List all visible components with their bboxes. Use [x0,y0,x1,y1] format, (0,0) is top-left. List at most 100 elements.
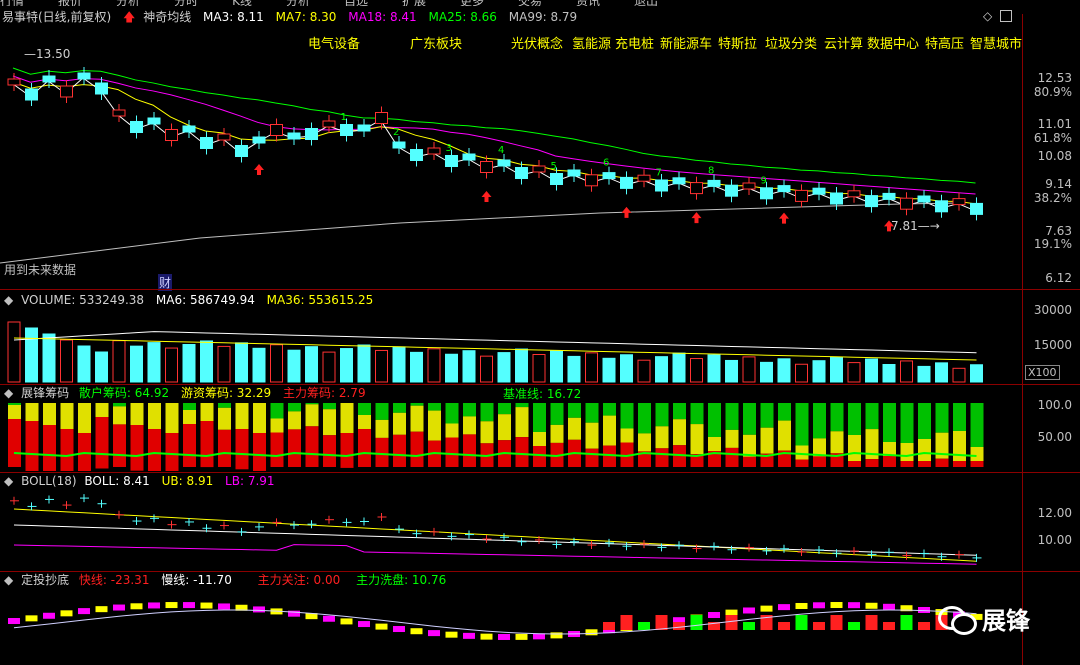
main-focus-bar [865,615,878,630]
stock-title[interactable]: 易事特(日线,前复权) [2,10,111,24]
retail-chip-bar [585,403,599,423]
indicator-name[interactable]: 神奇均线 [143,10,191,24]
volume-header: ◆ VOLUME: 533249.38 MA6: 586749.94 MA36:… [0,292,381,308]
wechat-watermark: 展锋 [938,600,1030,636]
dip-chart[interactable] [0,588,1022,665]
top-menu-item[interactable]: K线 [232,0,252,6]
boll-chart[interactable] [0,489,1022,571]
volume-chart[interactable] [0,308,1022,384]
volume-bar [917,365,931,383]
candle-body [375,112,388,124]
slow-line-value: 慢线: -11.70 [161,573,232,587]
volume-bar [322,351,336,383]
retail-chip-bar [358,403,371,415]
fast-line-block [25,615,38,622]
fast-line-block [795,602,808,609]
main-force-chip-bar [270,432,284,467]
fast-line-block [778,604,790,611]
volume-bar [795,363,808,383]
top-menu-item[interactable]: 分时 [174,0,198,6]
retail-chip-bar [480,403,494,422]
candle-body [812,187,826,195]
main-force-chip-bar [340,433,354,468]
retail-chip-bar [515,403,529,408]
retail-chip-bar [725,403,739,430]
volume-ma6: MA6: 586749.94 [155,293,255,307]
top-menu-item[interactable]: 分析 [286,0,310,6]
hot-money-chip-bar [480,421,494,444]
fast-line-block [8,618,20,624]
price-axis-label: 9.14 [1045,177,1072,191]
top-menu-item[interactable]: 更多 [460,0,484,6]
hot-money-chip-bar [148,403,161,429]
retail-chip-bar [778,403,791,421]
retail-chip-bar [620,403,634,429]
pct-axis-label: 80.9% [1033,85,1072,99]
candle-body [462,153,476,161]
candle-body [935,200,948,213]
ma3-value: MA3: 8.11 [203,10,264,24]
panel-collapse-icon[interactable]: ◆ [4,386,13,400]
hot-money-chip-bar [305,404,319,427]
volume-bar [445,353,458,383]
retail-chip-bar [830,403,844,432]
ma18-value: MA18: 8.41 [348,10,417,24]
panel-collapse-icon[interactable]: ◆ [4,293,13,307]
hot-money-chip-bar [200,403,214,421]
volume-value: VOLUME: 533249.38 [21,293,145,307]
fast-line-block [708,612,720,619]
hot-money-chip-bar [603,415,616,446]
volume-bar [847,362,861,383]
retail-chip-bar [305,403,319,405]
fast-line-block [393,626,405,633]
ma99-line [0,202,961,264]
ma7-line [12,81,976,205]
volume-bar [287,349,301,383]
retail-chip-bar [690,403,704,425]
hot-money-chip-bar [778,420,791,451]
retail-chip-bar [655,403,669,427]
main-kline-chart[interactable]: 1 2 3 4 5 6 7 8 9 [0,48,1022,288]
volume-bar [725,359,738,383]
main-force-chip-bar [410,431,424,467]
candle-body [882,192,896,200]
main-force-chip-bar [445,437,459,467]
top-menu-item[interactable]: 退出 [634,0,658,6]
top-menu-item[interactable]: 资讯 [576,0,600,6]
count-marker: 8 [708,165,714,176]
ma25-line [12,67,976,184]
count-marker: 4 [498,145,504,156]
hot-money-chip-bar [60,403,74,429]
price-axis-label: 11.01 [1037,117,1072,131]
hot-money-chip-bar [323,409,336,436]
top-menu-item[interactable]: 分析 [116,0,140,6]
main-force-chip-bar [235,429,249,470]
top-menu-item[interactable]: 自选 [344,0,368,6]
candle-body [970,202,983,215]
main-force-chip-bar [883,456,896,467]
buy-arrow-icon [884,220,894,232]
candle-body [917,195,931,203]
top-menu-item[interactable]: 交易 [518,0,542,6]
candle-body [742,182,756,190]
retail-chip-bar [918,403,931,439]
chips-chart[interactable] [0,403,1022,471]
candle-body [112,109,126,117]
candle-body [497,159,511,167]
panel-collapse-icon[interactable]: ◆ [4,474,13,488]
fast-line-block [183,602,195,609]
hot-money-chip-bar [498,414,511,441]
top-menu-item[interactable]: 报价 [58,0,82,6]
volume-bar [182,344,196,383]
fast-line-block [60,610,73,617]
panel-collapse-icon[interactable]: ◆ [4,573,13,587]
diamond-icon[interactable]: ◇ [983,9,992,23]
main-focus-bar [655,615,668,630]
top-menu-item[interactable]: 扩展 [402,0,426,6]
window-control-box[interactable] [1000,10,1012,22]
volume-bar [900,360,913,383]
retail-chip-bar [935,403,949,433]
pct-axis-label: 61.8% [1033,131,1072,145]
top-menu-item[interactable]: 行情 [0,0,24,6]
hot-money-chip-bar [113,406,126,425]
